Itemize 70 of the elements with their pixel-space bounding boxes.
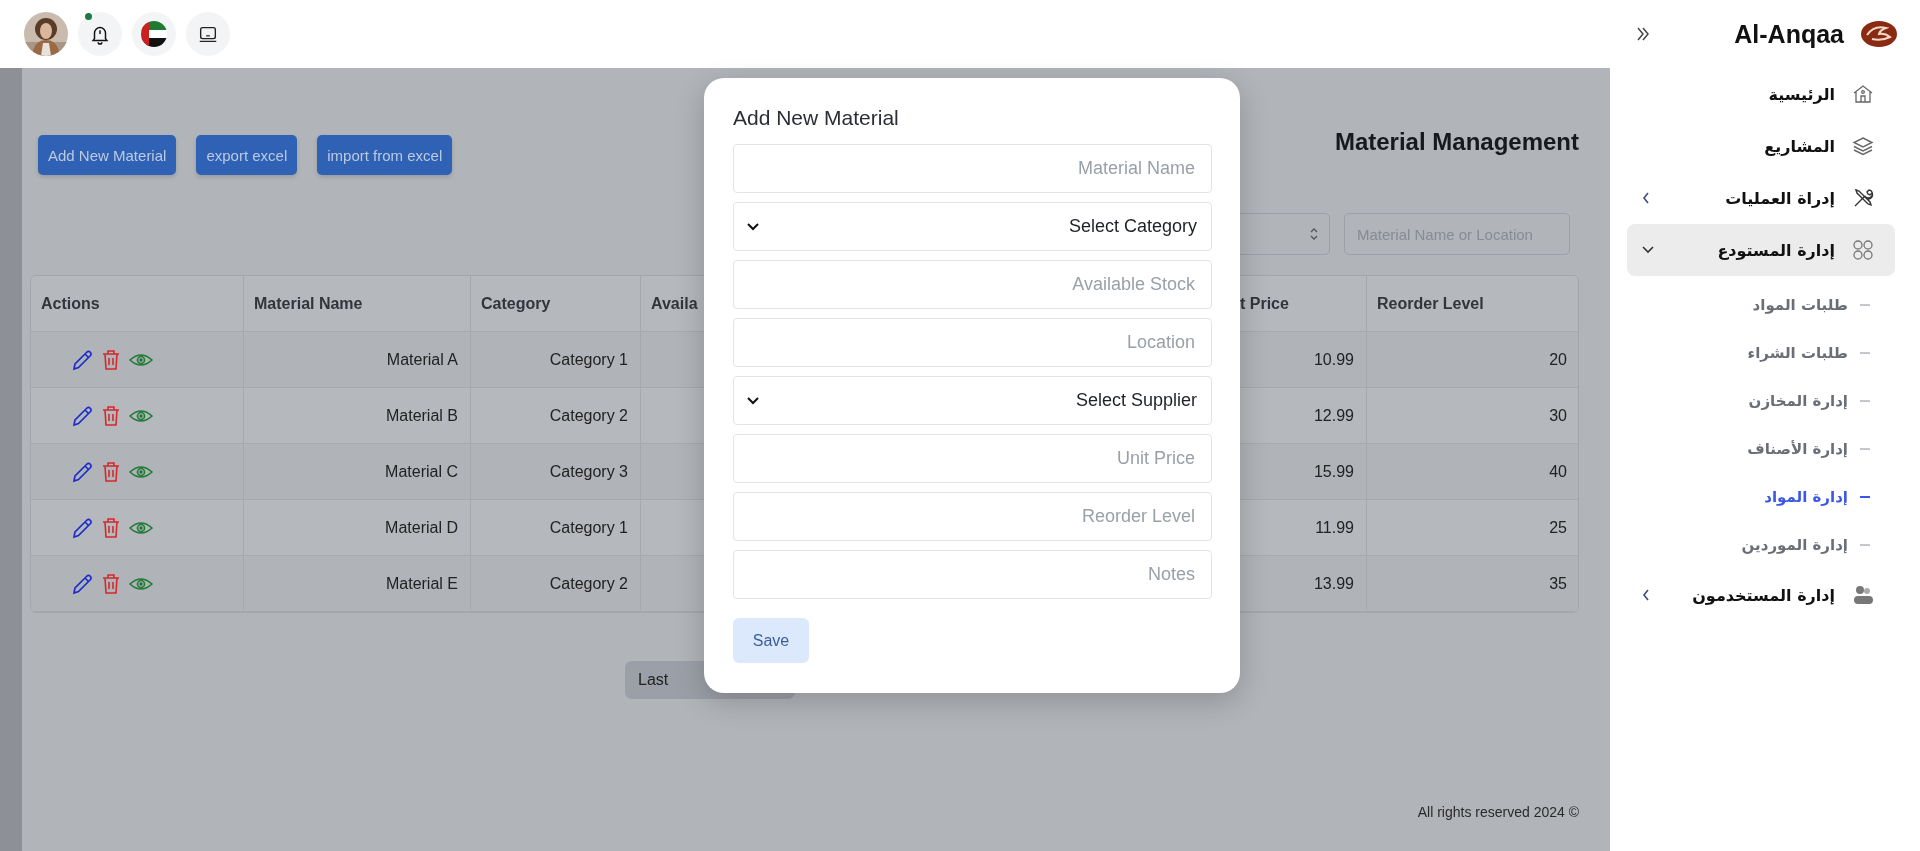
column-header: Reorder Level [1367, 276, 1578, 332]
sidebar-item[interactable]: الرئيسية [1627, 68, 1895, 120]
flag-icon [141, 21, 167, 47]
input-field[interactable]: Unit Price [733, 434, 1212, 483]
trash-icon[interactable] [100, 403, 122, 428]
input-field[interactable]: Material Name [733, 144, 1212, 193]
table-cell: Category 1 [471, 500, 641, 556]
submenu-item[interactable]: إدارة الأصناف [1747, 440, 1848, 458]
submenu-item[interactable]: طلبات الشراء [1747, 344, 1848, 362]
pagination-button[interactable]: Last [625, 671, 682, 689]
table-cell: 30 [1367, 388, 1578, 444]
table-cell: Material C [244, 444, 471, 500]
action-button[interactable]: Add New Material [38, 135, 177, 175]
chevron-down-icon [1641, 245, 1655, 255]
table-cell: Category 1 [471, 332, 641, 388]
action-button[interactable]: import from excel [317, 135, 453, 175]
column-header: Actions [31, 276, 244, 332]
notification-button[interactable] [78, 12, 122, 56]
sidebar-item[interactable]: إدراة العمليات [1627, 172, 1895, 224]
table-cell: Material A [244, 332, 471, 388]
table-cell: 13.99 [1237, 556, 1367, 612]
table-cell: 15.99 [1237, 444, 1367, 500]
table-cell: Material D [244, 500, 471, 556]
collapse-icon[interactable] [1636, 26, 1650, 42]
table-cell: 11.99 [1237, 500, 1367, 556]
select-field[interactable]: Select Category [733, 202, 1212, 251]
trash-icon[interactable] [100, 347, 122, 372]
layers-icon [1851, 134, 1875, 158]
table-cell: Material E [244, 556, 471, 612]
table-cell: Material B [244, 388, 471, 444]
submenu-item[interactable]: طلبات المواد [1752, 296, 1848, 314]
screen-button[interactable] [186, 12, 230, 56]
chevron-left-icon [1641, 191, 1651, 205]
chevron-down-icon [746, 396, 760, 405]
table-cell: 25 [1367, 500, 1578, 556]
input-field[interactable]: Reorder Level [733, 492, 1212, 541]
trash-icon[interactable] [100, 515, 122, 540]
page-title: Material Management [1334, 128, 1579, 156]
modal-title: Add New Material [733, 106, 900, 130]
table-cell: 10.99 [1237, 332, 1367, 388]
column-header: t Price [1237, 276, 1367, 332]
input-field[interactable]: Notes [733, 550, 1212, 599]
input-field[interactable]: Location [733, 318, 1212, 367]
input-field[interactable]: Available Stock [733, 260, 1212, 309]
column-header: Category [471, 276, 641, 332]
chevron-down-icon [746, 222, 760, 231]
table-cell: Category 2 [471, 388, 641, 444]
logo-icon [1860, 19, 1898, 49]
column-header: Material Name [244, 276, 471, 332]
trash-icon[interactable] [100, 571, 122, 596]
trash-icon[interactable] [100, 459, 122, 484]
submenu-item[interactable]: إدارة المواد [1764, 488, 1848, 506]
save-button[interactable]: Save [733, 618, 809, 663]
action-button[interactable]: export excel [196, 135, 298, 175]
chevron-left-icon [1641, 588, 1651, 602]
language-button[interactable] [132, 12, 176, 56]
brand-name: Al-Anqaa [1734, 19, 1844, 49]
submenu-item[interactable]: إدارة المخازن [1748, 392, 1848, 410]
grid-icon [1851, 238, 1875, 262]
up-down-icon [1309, 227, 1319, 241]
sidebar-item[interactable]: إدارة المستخدمون [1627, 569, 1895, 621]
users-icon [1851, 583, 1875, 607]
footer-text: All rights reserved 2024 © [1417, 804, 1579, 820]
table-cell: Category 3 [471, 444, 641, 500]
table-cell: 12.99 [1237, 388, 1367, 444]
sidebar-item[interactable]: المشاريع [1627, 120, 1895, 172]
table-cell: Category 2 [471, 556, 641, 612]
sidebar-item[interactable]: إدارة المستودع [1627, 224, 1895, 276]
submenu-item[interactable]: إدارة الموردين [1741, 536, 1848, 554]
select-field[interactable]: Select Supplier [733, 376, 1212, 425]
